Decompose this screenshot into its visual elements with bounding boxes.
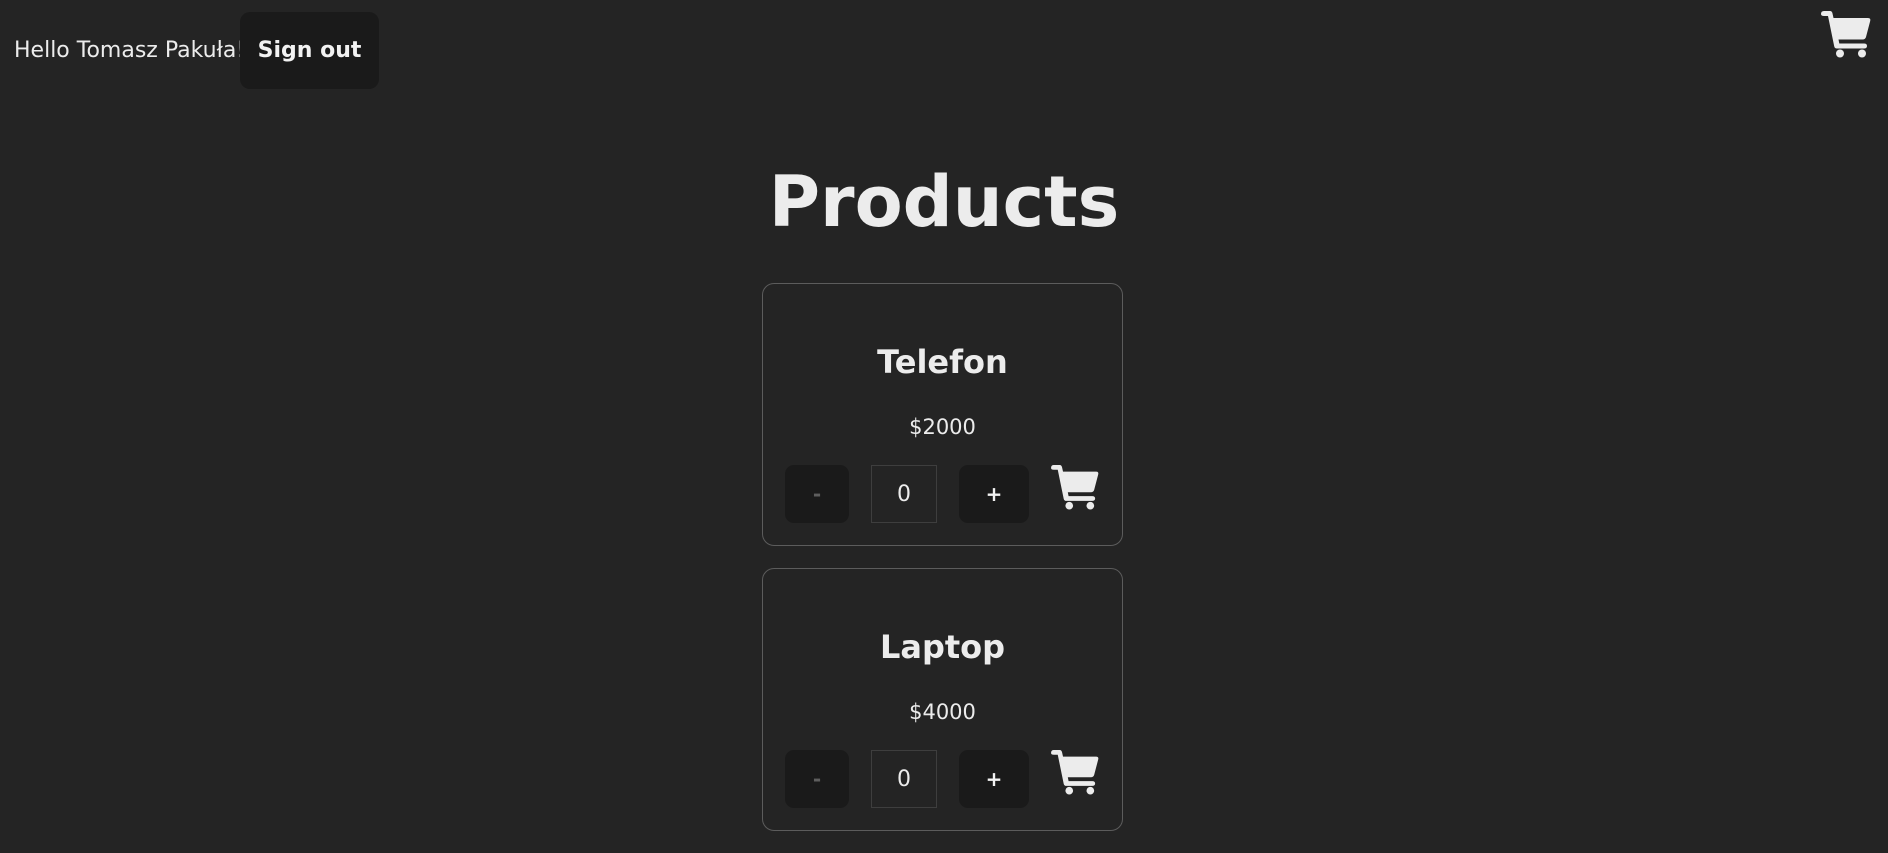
product-price: $4000 xyxy=(909,700,976,724)
sign-out-button[interactable]: Sign out xyxy=(240,12,379,89)
greeting-text: Hello Tomasz Pakuła! xyxy=(14,38,246,63)
increment-button[interactable]: + xyxy=(959,750,1029,808)
product-card-laptop: Laptop $4000 - + xyxy=(762,568,1123,831)
header-cart-button[interactable] xyxy=(1820,10,1872,58)
shopping-cart-icon xyxy=(1051,749,1099,795)
quantity-input[interactable] xyxy=(871,465,937,523)
product-list: Telefon $2000 - + Laptop $4000 - + xyxy=(762,283,1123,853)
add-to-cart-button[interactable] xyxy=(1050,464,1100,510)
product-name: Laptop xyxy=(879,628,1006,666)
increment-button[interactable]: + xyxy=(959,465,1029,523)
product-name: Telefon xyxy=(877,343,1008,381)
page-title: Products xyxy=(768,161,1120,243)
shopping-cart-icon xyxy=(1821,11,1871,58)
add-to-cart-button[interactable] xyxy=(1050,749,1100,795)
decrement-button[interactable]: - xyxy=(785,465,849,523)
decrement-button[interactable]: - xyxy=(785,750,849,808)
product-price: $2000 xyxy=(909,415,976,439)
quantity-input[interactable] xyxy=(871,750,937,808)
shopping-cart-icon xyxy=(1051,464,1099,510)
product-card-telefon: Telefon $2000 - + xyxy=(762,283,1123,546)
